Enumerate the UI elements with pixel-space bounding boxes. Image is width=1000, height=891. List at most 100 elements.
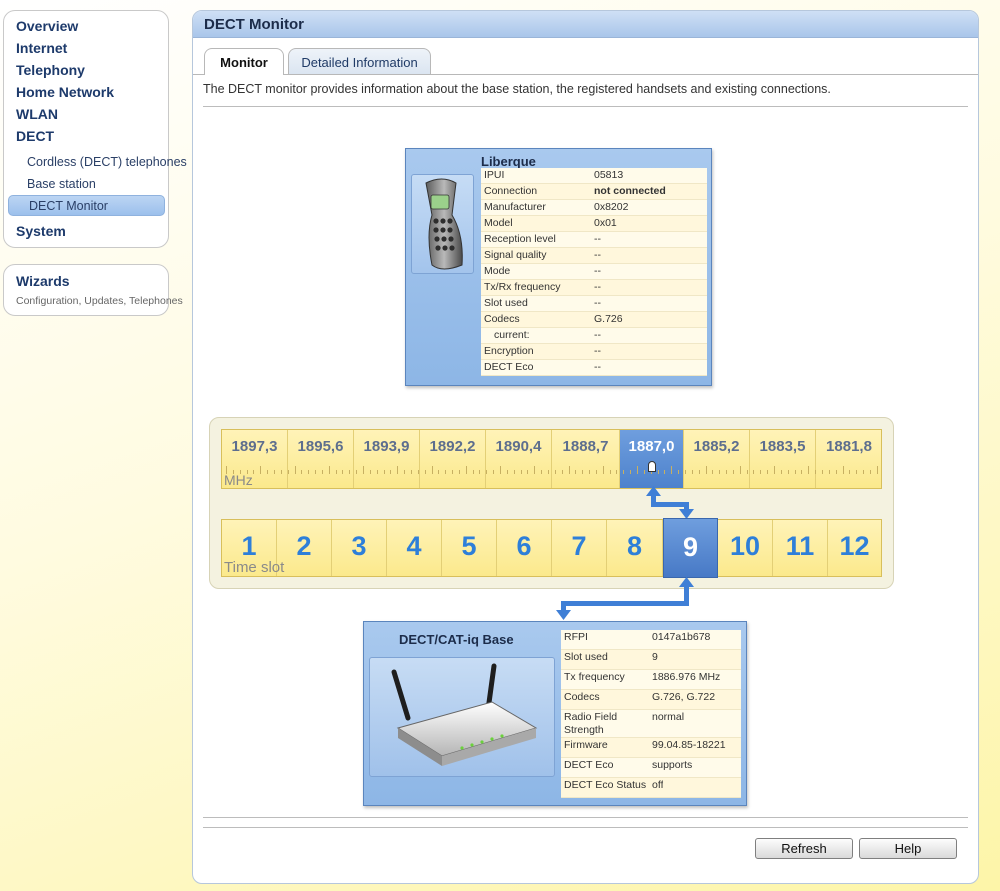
nav-item-home-network[interactable]: Home Network xyxy=(16,84,114,100)
frequency-cell: 1883,5 xyxy=(750,430,816,488)
scale-tick xyxy=(301,470,303,474)
scale-tick xyxy=(445,470,447,474)
wizards-title[interactable]: Wizards xyxy=(16,273,70,289)
wizards-box[interactable]: Wizards Configuration, Updates, Telephon… xyxy=(3,264,183,316)
table-row: Codecs G.726 xyxy=(481,312,707,328)
scale-tick xyxy=(595,470,597,474)
nav-item-dect[interactable]: DECT xyxy=(16,128,54,144)
scale-tick xyxy=(465,466,467,474)
nav-sub-cordless-telephones[interactable]: Cordless (DECT) telephones xyxy=(27,155,187,169)
scale-tick xyxy=(719,470,721,474)
handset-info-table: IPUI 05813 Connection not connected Manufa… xyxy=(481,168,707,376)
scale-tick xyxy=(671,466,673,474)
scale-tick xyxy=(520,470,522,474)
scale-tick xyxy=(260,466,262,474)
scale-tick xyxy=(486,470,488,474)
scale-tick xyxy=(273,470,275,474)
scale-tick xyxy=(842,466,844,474)
main-panel: DECT Monitor Monitor Detailed Informatio… xyxy=(192,10,979,884)
nav-sub-base-station[interactable]: Base station xyxy=(27,177,96,191)
table-row: Signal quality -- xyxy=(481,248,707,264)
page-title: DECT Monitor xyxy=(193,11,978,38)
base-image-frame xyxy=(369,657,555,777)
table-row: Firmware 99.04.85-18221 xyxy=(561,738,741,758)
wizards-subtitle: Configuration, Updates, Telephones xyxy=(16,295,183,307)
frequency-cell: 1890,4 xyxy=(486,430,552,488)
scale-tick xyxy=(582,470,584,474)
scale-tick xyxy=(321,470,323,474)
table-row: Connection not connected xyxy=(481,184,707,200)
frequency-scale: 1897,3 1895,6 1893,9 1892,2 1890,4 1888,… xyxy=(221,429,882,489)
table-row: Model 0x01 xyxy=(481,216,707,232)
nav-sub-dect-monitor[interactable]: DECT Monitor xyxy=(8,195,165,216)
scale-tick xyxy=(780,470,782,474)
nav-item-overview[interactable]: Overview xyxy=(16,18,78,34)
main-navigation: Overview Internet Telephony Home Network… xyxy=(3,10,187,248)
scale-tick xyxy=(294,466,296,474)
frequency-unit: MHz xyxy=(224,472,253,488)
scale-tick xyxy=(602,466,604,474)
connector-arrow xyxy=(561,601,689,606)
scale-tick xyxy=(869,470,871,474)
scale-tick xyxy=(554,470,556,474)
scale-tick xyxy=(472,470,474,474)
scale-tick xyxy=(623,470,625,474)
handset-card: Liberque IPUI 05813 Connection not conne… xyxy=(405,148,712,386)
frequency-cell: 1892,2 xyxy=(420,430,486,488)
base-info-table: RFPI 0147a1b678 Slot used 9 Tx frequency 18… xyxy=(561,630,741,798)
scale-tick xyxy=(856,470,858,474)
nav-item-telephony[interactable]: Telephony xyxy=(16,62,85,78)
base-station-card: DECT/CAT-iq Base RFPI 0147a1b678 Slot us… xyxy=(363,621,747,806)
time-slot-cell: 12 xyxy=(839,531,870,561)
scale-tick xyxy=(863,470,865,474)
table-row: Slot used -- xyxy=(481,296,707,312)
scale-tick xyxy=(808,466,810,474)
scale-tick xyxy=(280,470,282,474)
scale-tick xyxy=(568,466,570,474)
scale-tick xyxy=(287,470,289,474)
scale-tick xyxy=(746,470,748,474)
scale-tick xyxy=(500,466,501,474)
table-row: RFPI 0147a1b678 xyxy=(561,630,741,650)
time-slot-cell: 3 xyxy=(332,520,387,576)
table-row: DECT Eco Status off xyxy=(561,778,741,798)
scale-tick xyxy=(356,470,358,474)
scale-tick xyxy=(849,470,851,474)
scale-tick xyxy=(657,470,659,474)
scale-tick xyxy=(328,466,330,474)
help-button[interactable]: Help xyxy=(859,838,957,859)
refresh-button[interactable]: Refresh xyxy=(755,838,853,859)
scale-tick xyxy=(630,470,632,474)
table-row: DECT Eco supports xyxy=(561,758,741,778)
frequency-cell: 1888,7 xyxy=(552,430,620,488)
scale-tick xyxy=(438,470,440,474)
frequency-cell: 1895,6 xyxy=(288,430,354,488)
tab-detailed-information[interactable]: Detailed Information xyxy=(288,48,431,74)
time-slot-cell: 5 xyxy=(442,520,497,576)
scale-tick xyxy=(767,470,769,474)
time-slot-label: Time slot xyxy=(224,559,285,576)
scale-tick xyxy=(774,466,775,474)
nav-item-internet[interactable]: Internet xyxy=(16,40,67,56)
table-row: Reception level -- xyxy=(481,232,707,248)
arrow-up-icon xyxy=(646,486,661,496)
scale-tick xyxy=(452,470,454,474)
nav-item-system[interactable]: System xyxy=(16,223,66,239)
tab-monitor[interactable]: Monitor xyxy=(204,48,284,75)
scale-tick xyxy=(698,470,700,474)
base-station-name: DECT/CAT-iq Base xyxy=(399,632,514,647)
frequency-cell: 1893,9 xyxy=(354,430,420,488)
scale-tick xyxy=(616,470,618,474)
scale-tick xyxy=(404,470,406,474)
table-row: IPUI 05813 xyxy=(481,168,707,184)
tab-divider xyxy=(193,74,978,75)
scale-tick xyxy=(315,470,317,474)
scale-tick xyxy=(369,470,371,474)
scale-tick xyxy=(589,470,591,474)
scale-tick xyxy=(575,470,577,474)
table-row: current: -- xyxy=(481,328,707,344)
divider-bottom-2 xyxy=(203,827,968,828)
nav-item-wlan[interactable]: WLAN xyxy=(16,106,58,122)
scale-tick xyxy=(561,470,563,474)
scale-tick xyxy=(506,470,508,474)
